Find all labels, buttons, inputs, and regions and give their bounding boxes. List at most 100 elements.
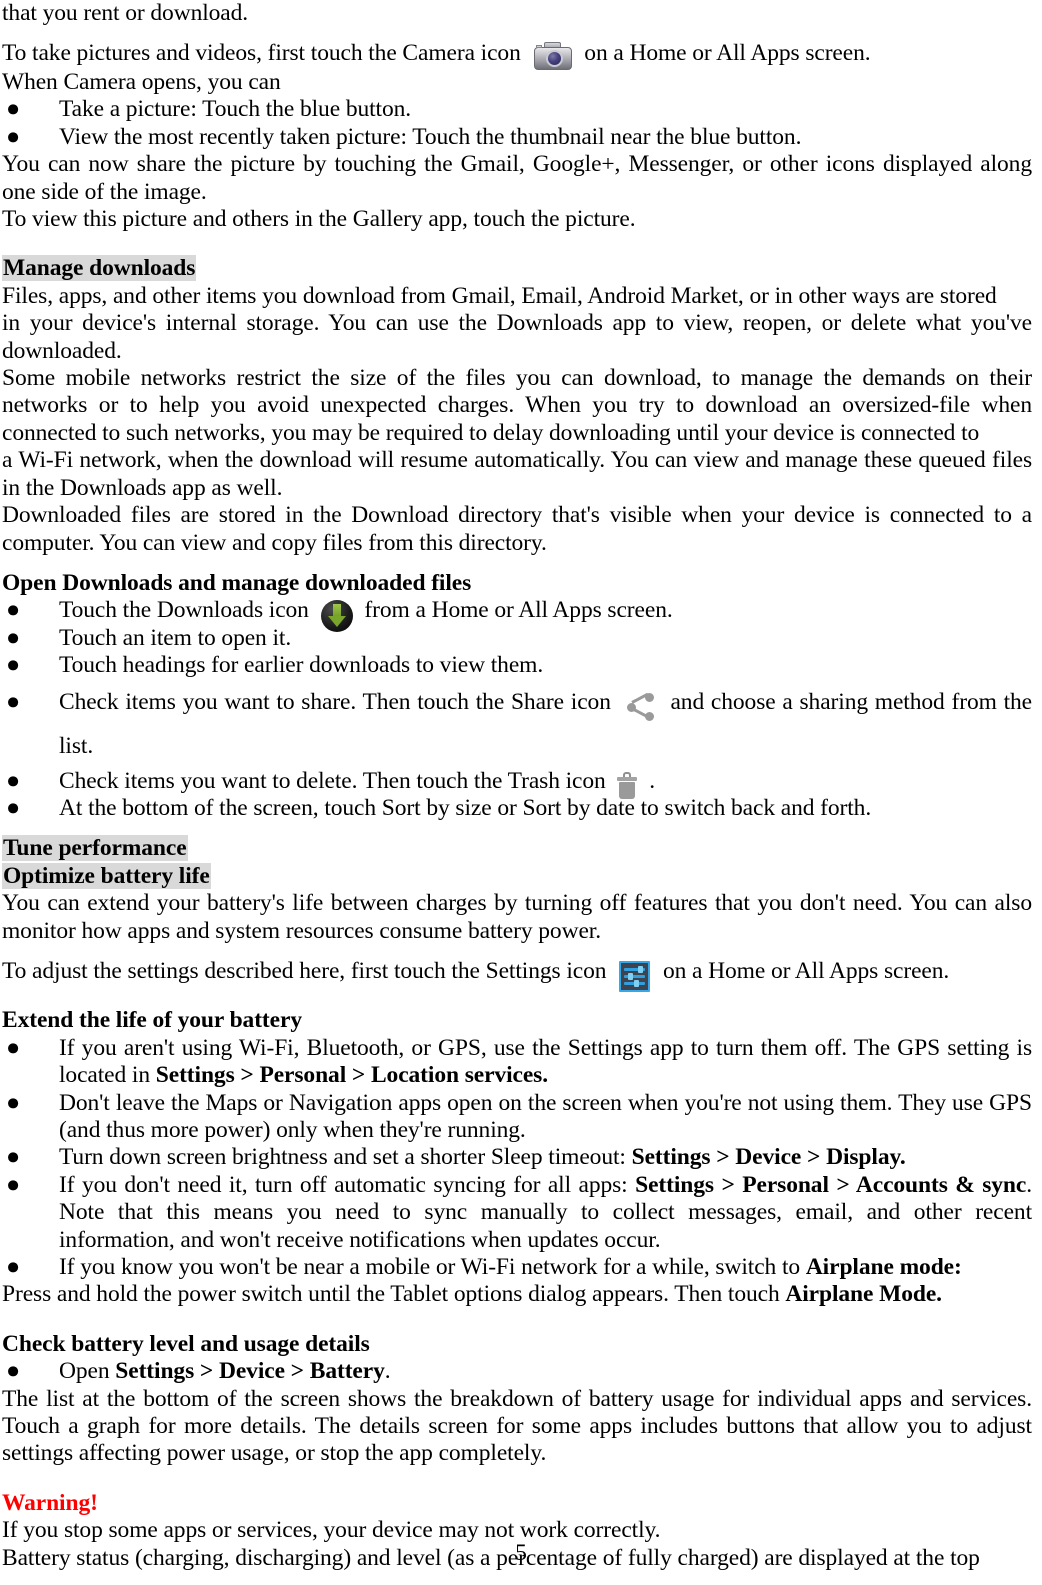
manage-downloads-paragraph-5: Downloaded files are stored in the Downl… (2, 502, 1032, 556)
camera-instruction-line: To take pictures and videos, first touch… (2, 40, 1032, 71)
airplane-mode-bold: Airplane Mode. (785, 1281, 942, 1308)
trailing-text: Press and hold the power switch until th… (2, 1281, 786, 1308)
list-item: ● Touch headings for earlier downloads t… (2, 652, 1032, 679)
list-item: ● If you don't need it, turn off automat… (2, 1172, 1032, 1254)
intro-line-rent-download: that you rent or download. (2, 0, 249, 26)
bullet-dot-icon: ● (6, 123, 21, 150)
list-item-label-after: . (649, 767, 656, 794)
bullet-dot-icon: ● (6, 597, 21, 624)
manage-downloads-paragraph-3: Some mobile networks restrict the size o… (2, 365, 1032, 446)
gallery-line: To view this picture and others in the G… (2, 206, 636, 233)
manage-downloads-paragraph-2: in your device's internal storage. You c… (2, 310, 1032, 364)
settings-path-display: Settings > Device > Display. (631, 1144, 906, 1171)
warning-heading: Warning! (2, 1490, 1032, 1517)
list-item-label: Turn down screen brightness and set a sh… (59, 1144, 632, 1171)
settings-instruction-line: To adjust the settings described here, f… (2, 957, 1032, 993)
list-item-label-before: Check items you want to delete. Then tou… (59, 767, 606, 794)
list-item: ● At the bottom of the screen, touch Sor… (2, 795, 1032, 822)
list-item-label: Touch headings for earlier downloads to … (59, 652, 544, 679)
list-item: ● Take a picture: Touch the blue button. (2, 96, 1032, 123)
list-item: ● Touch the Downloads icon from a Home o… (2, 597, 1032, 633)
subheading-text: Optimize battery life (2, 862, 211, 889)
share-picture-paragraph: You can now share the picture by touchin… (2, 151, 1032, 205)
camera-bullet-list: ● Take a picture: Touch the blue button.… (2, 96, 1032, 151)
warning-heading-text: Warning! (2, 1489, 98, 1516)
list-item: ● Turn down screen brightness and set a … (2, 1144, 1032, 1171)
list-item-label: At the bottom of the screen, touch Sort … (59, 794, 872, 821)
list-item-label: Touch an item to open it. (59, 624, 292, 651)
list-item-label: If you don't need it, turn off automatic… (59, 1171, 636, 1198)
list-item-label-before: Check items you want to share. Then touc… (59, 688, 611, 715)
page-number: 5 (515, 1540, 527, 1566)
bullet-dot-icon: ● (6, 794, 21, 821)
heading-text: Tune performance (2, 835, 188, 862)
check-battery-paragraph: The list at the bottom of the screen sho… (2, 1385, 1032, 1467)
list-item-label: View the most recently taken picture: To… (59, 123, 802, 150)
list-item: ● If you aren't using Wi-Fi, Bluetooth, … (2, 1035, 1032, 1090)
bullet-dot-icon: ● (6, 1089, 21, 1116)
open-downloads-bullet-list: ● Touch the Downloads icon from a Home o… (2, 597, 1032, 822)
section-heading-open-downloads: Open Downloads and manage downloaded fil… (2, 570, 1032, 597)
heading-text: Check battery level and usage details (2, 1330, 370, 1357)
share-icon (626, 692, 656, 722)
document-page: that you rent or download. To take pictu… (0, 0, 1042, 1585)
heading-text: Manage downloads (2, 255, 197, 282)
tune-performance-paragraph: You can extend your battery's life betwe… (2, 890, 1032, 944)
settings-path-battery: Settings > Device > Battery (115, 1358, 385, 1385)
settings-instruction-after: on a Home or All Apps screen. (662, 957, 950, 984)
list-item: ● Open Settings > Device > Battery. (2, 1358, 1032, 1385)
list-item: ● Check items you want to share. Then to… (2, 680, 1032, 768)
settings-icon (619, 961, 651, 993)
settings-path-airplane-mode: Airplane mode: (805, 1254, 962, 1281)
document-body: that you rent or download. To take pictu… (2, 0, 1032, 1572)
list-item-label-before: Touch the Downloads icon (59, 597, 309, 624)
section-heading-check-battery: Check battery level and usage details (2, 1331, 1032, 1358)
list-item-label: If you know you won't be near a mobile o… (59, 1254, 806, 1281)
settings-instruction-before: To adjust the settings described here, f… (2, 957, 607, 984)
heading-text: Open Downloads and manage downloaded fil… (2, 569, 472, 596)
bullet-dot-icon: ● (6, 688, 21, 715)
list-item: ● Check items you want to delete. Then t… (2, 767, 1032, 799)
bullet-dot-icon: ● (6, 1254, 21, 1281)
list-item: ● Touch an item to open it. (2, 625, 1032, 652)
bullet-dot-icon: ● (6, 1144, 21, 1171)
when-camera-opens-line: When Camera opens, you can (2, 69, 281, 96)
list-item: ● If you know you won't be near a mobile… (2, 1254, 1032, 1281)
check-battery-bullet-list: ● Open Settings > Device > Battery. (2, 1358, 1032, 1385)
list-item-label: Take a picture: Touch the blue button. (59, 96, 412, 123)
manage-downloads-paragraph-4: a Wi-Fi network, when the download will … (2, 447, 1032, 501)
bullet-dot-icon: ● (6, 767, 21, 794)
bullet-dot-icon: ● (6, 1171, 21, 1198)
section-heading-extend-battery: Extend the life of your battery (2, 1007, 1032, 1034)
bullet-dot-icon: ● (6, 652, 21, 679)
list-item: ● Don't leave the Maps or Navigation app… (2, 1090, 1032, 1145)
manage-downloads-paragraph-1: Files, apps, and other items you downloa… (2, 282, 997, 309)
settings-path-location-services: Settings > Personal > Location services. (155, 1062, 548, 1089)
heading-text: Extend the life of your battery (2, 1007, 302, 1034)
camera-instruction-before: To take pictures and videos, first touch… (2, 40, 521, 67)
camera-instruction-after: on a Home or All Apps screen. (584, 40, 871, 67)
list-item-label-tail: . (384, 1358, 391, 1385)
list-item-label-after: from a Home or All Apps screen. (364, 597, 673, 624)
section-heading-tune-performance: Tune performance (2, 835, 1032, 862)
camera-icon (533, 41, 573, 71)
settings-path-accounts-sync: Settings > Personal > Accounts & sync (635, 1171, 1027, 1198)
airplane-mode-trailing-paragraph: Press and hold the power switch until th… (2, 1281, 1032, 1308)
section-heading-manage-downloads: Manage downloads (2, 255, 1032, 282)
bullet-dot-icon: ● (6, 1034, 21, 1061)
bullet-dot-icon: ● (6, 1358, 21, 1385)
list-item-label: Open (59, 1358, 116, 1385)
extend-battery-bullet-list: ● If you aren't using Wi-Fi, Bluetooth, … (2, 1035, 1032, 1282)
list-item: ● View the most recently taken picture: … (2, 124, 1032, 151)
list-item-label: Don't leave the Maps or Navigation apps … (59, 1089, 1032, 1144)
bullet-dot-icon: ● (6, 624, 21, 651)
section-subheading-optimize-battery-life: Optimize battery life (2, 862, 1032, 890)
